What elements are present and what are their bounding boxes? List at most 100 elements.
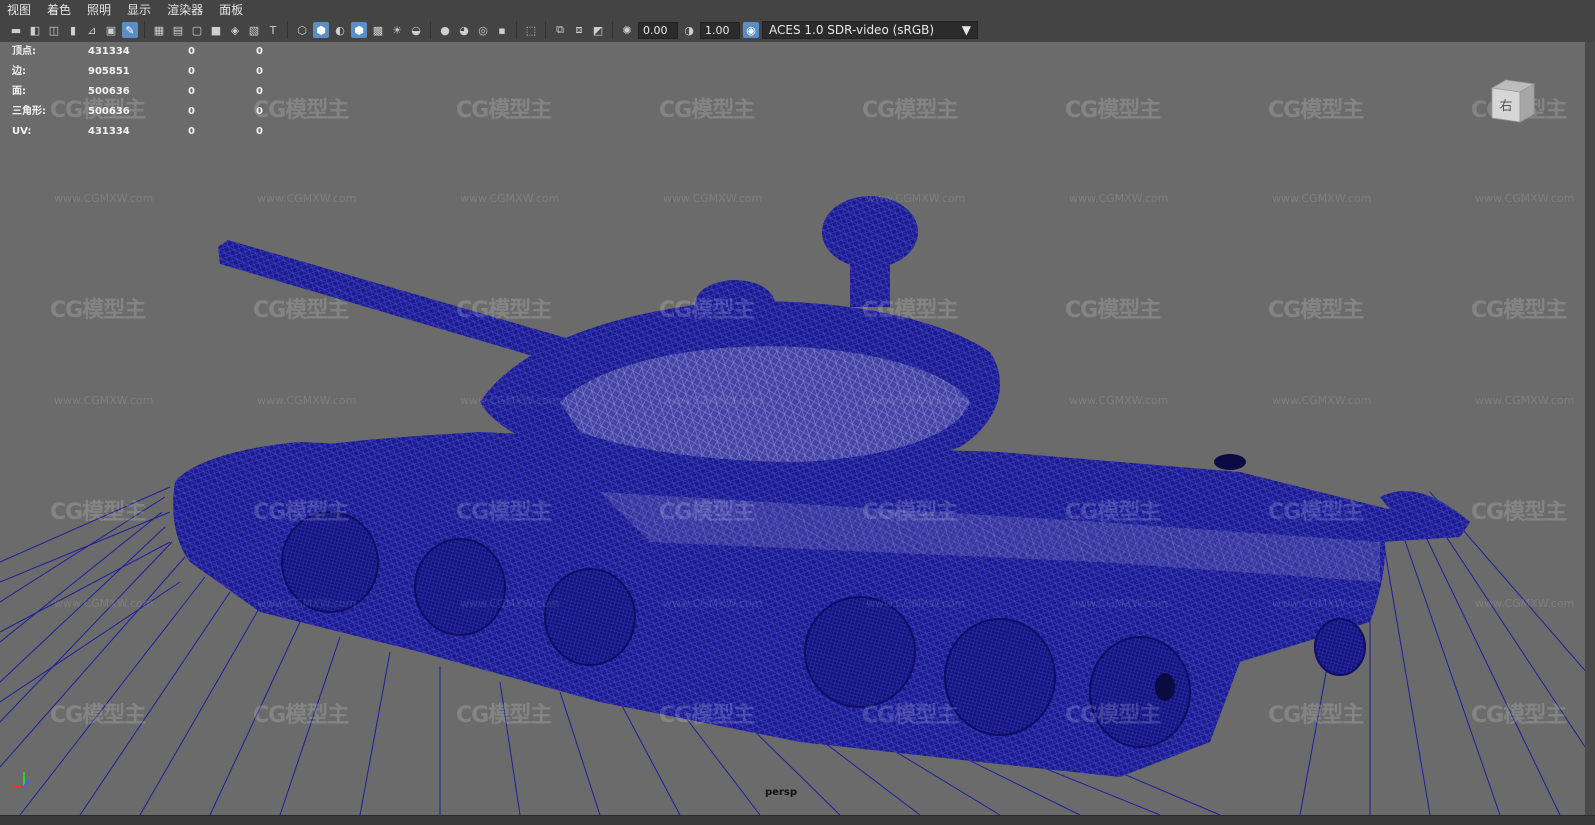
select-camera-icon[interactable]: ▬ <box>8 22 24 38</box>
watermark-logo: CG模型主 <box>50 298 146 323</box>
watermark-url: www.CGMXW.com <box>866 192 966 205</box>
hud-label: 顶点: <box>12 46 36 57</box>
menu-shading[interactable]: 着色 <box>40 1 80 18</box>
watermark-url: www.CGMXW.com <box>257 394 357 407</box>
watermark-url: www.CGMXW.com <box>1272 597 1372 610</box>
bookmark-flag-icon[interactable]: ▮ <box>65 22 81 38</box>
isolate-select-icon[interactable]: ⬚ <box>523 22 539 38</box>
hud-value: 0 <box>256 66 263 77</box>
watermark-url: www.CGMXW.com <box>1475 192 1575 205</box>
view-transform-value: ACES 1.0 SDR-video (sRGB) <box>769 23 935 37</box>
watermark-logo: CG模型主 <box>659 703 755 728</box>
hud-value: 0 <box>256 106 263 117</box>
camera-attributes-icon[interactable]: ◧ <box>27 22 43 38</box>
screen-space-ao-icon[interactable]: ● <box>437 22 453 38</box>
anti-aliasing-icon[interactable]: ◎ <box>475 22 491 38</box>
hud-value: 431334 <box>88 126 130 137</box>
xray-joints-icon[interactable]: ⧈ <box>571 22 587 38</box>
hud-label: 边: <box>12 66 26 77</box>
axis-gizmo <box>12 772 31 787</box>
watermark-logo: CG模型主 <box>253 298 349 323</box>
menu-show[interactable]: 显示 <box>120 1 160 18</box>
motion-blur-icon[interactable]: ◕ <box>456 22 472 38</box>
xray-icon[interactable]: ⧉ <box>552 22 568 38</box>
watermark-url: www.CGMXW.com <box>663 597 763 610</box>
safe-action-icon[interactable]: ▧ <box>246 22 262 38</box>
watermark-logo: CG模型主 <box>862 500 958 525</box>
resolution-gate-icon[interactable]: ▢ <box>189 22 205 38</box>
watermark-logo: CG模型主 <box>1065 98 1161 123</box>
wireframe-icon[interactable]: ⬡ <box>294 22 310 38</box>
watermark-url: www.CGMXW.com <box>663 394 763 407</box>
grease-pencil-icon[interactable]: ✎ <box>122 22 138 38</box>
hud-value: 0 <box>188 126 195 137</box>
panel-menu-bar: 视图 着色 照明 显示 渲染器 面板 <box>0 0 1595 18</box>
field-chart-icon[interactable]: ◈ <box>227 22 243 38</box>
view-cube-face-label: 右 <box>1499 99 1512 114</box>
watermark-url: www.CGMXW.com <box>1069 394 1169 407</box>
camera-name-label: persp <box>765 787 797 798</box>
watermark-logo: CG模型主 <box>862 703 958 728</box>
shadows-icon[interactable]: ◒ <box>408 22 424 38</box>
watermark-logo: CG模型主 <box>456 298 552 323</box>
watermark-url: www.CGMXW.com <box>460 394 560 407</box>
watermark-logo: CG模型主 <box>1065 500 1161 525</box>
watermark-url: www.CGMXW.com <box>1272 192 1372 205</box>
watermark-url: www.CGMXW.com <box>460 192 560 205</box>
hud-label: 三角形: <box>12 106 46 117</box>
view-transform-dropdown[interactable]: ACES 1.0 SDR-video (sRGB) ▼ <box>762 21 978 39</box>
watermark-logo: CG模型主 <box>456 703 552 728</box>
perspective-viewport[interactable]: CG模型主 CG模型主 CG模型主 CG模型主 CG模型主 CG模型主 CG模型主 CG模型主… <box>0 42 1595 815</box>
watermark-url: www.CGMXW.com <box>54 394 154 407</box>
maya-viewport-window: 视图 着色 照明 显示 渲染器 面板 ▬ ◧ ◫ ▮ ⊿ ▣ ✎ ▦ ▤ ▢ ■… <box>0 0 1595 825</box>
safe-title-icon[interactable]: T <box>265 22 281 38</box>
watermark-url: www.CGMXW.com <box>1069 597 1169 610</box>
watermark-url: www.CGMXW.com <box>663 192 763 205</box>
hud-row-vertices: 顶点: 431334 0 0 <box>12 42 276 62</box>
watermark-url: www.CGMXW.com <box>1475 394 1575 407</box>
hud-row-faces: 面: 500636 0 0 <box>12 82 276 102</box>
watermark-logo: CG模型主 <box>253 500 349 525</box>
view-cube[interactable]: 右 <box>1488 76 1538 126</box>
wireframe-on-shaded-icon[interactable]: ⬢ <box>351 22 367 38</box>
hud-value: 500636 <box>88 86 130 97</box>
two-d-pan-zoom-icon[interactable]: ▣ <box>103 22 119 38</box>
xray-active-components-icon[interactable]: ◩ <box>590 22 606 38</box>
watermark-url: www.CGMXW.com <box>1475 597 1575 610</box>
watermark-logo: CG模型主 <box>1471 500 1567 525</box>
use-all-lights-icon[interactable]: ☀ <box>389 22 405 38</box>
color-management-icon[interactable]: ◉ <box>743 22 759 38</box>
watermark-logo: CG模型主 <box>1268 703 1364 728</box>
bookmark-icon[interactable]: ◫ <box>46 22 62 38</box>
toolbar-divider <box>516 21 517 39</box>
grid-icon[interactable]: ▦ <box>151 22 167 38</box>
watermark-logo: CG模型主 <box>456 500 552 525</box>
chevron-down-icon: ▼ <box>961 23 971 37</box>
textured-icon[interactable]: ▩ <box>370 22 386 38</box>
film-gate-icon[interactable]: ▤ <box>170 22 186 38</box>
watermark-url: www.CGMXW.com <box>460 597 560 610</box>
menu-renderer[interactable]: 渲染器 <box>160 1 212 18</box>
image-plane-icon[interactable]: ⊿ <box>84 22 100 38</box>
depth-of-field-icon[interactable]: ▪ <box>494 22 510 38</box>
hud-row-edges: 边: 905851 0 0 <box>12 62 276 82</box>
viewport-right-edge <box>1585 42 1595 815</box>
exposure-icon[interactable]: ✺ <box>619 22 635 38</box>
poly-count-hud: 顶点: 431334 0 0 边: 905851 0 0 面: 500636 0… <box>12 42 276 142</box>
watermark-url: www.CGMXW.com <box>1069 192 1169 205</box>
watermark-logo: CG模型主 <box>659 500 755 525</box>
gamma-field[interactable]: 1.00 <box>700 21 740 39</box>
default-material-icon[interactable]: ◐ <box>332 22 348 38</box>
hud-label: 面: <box>12 86 26 97</box>
exposure-field[interactable]: 0.00 <box>638 21 678 39</box>
menu-lighting[interactable]: 照明 <box>80 1 120 18</box>
hud-value: 905851 <box>88 66 130 77</box>
hud-row-uvs: UV: 431334 0 0 <box>12 122 276 142</box>
smooth-shade-icon[interactable]: ⬢ <box>313 22 329 38</box>
watermark-logo: CG模型主 <box>1471 298 1567 323</box>
menu-view[interactable]: 视图 <box>0 1 40 18</box>
gamma-icon[interactable]: ◑ <box>681 22 697 38</box>
time-slider-strip[interactable] <box>0 815 1595 825</box>
gate-mask-icon[interactable]: ■ <box>208 22 224 38</box>
menu-panels[interactable]: 面板 <box>212 1 252 18</box>
